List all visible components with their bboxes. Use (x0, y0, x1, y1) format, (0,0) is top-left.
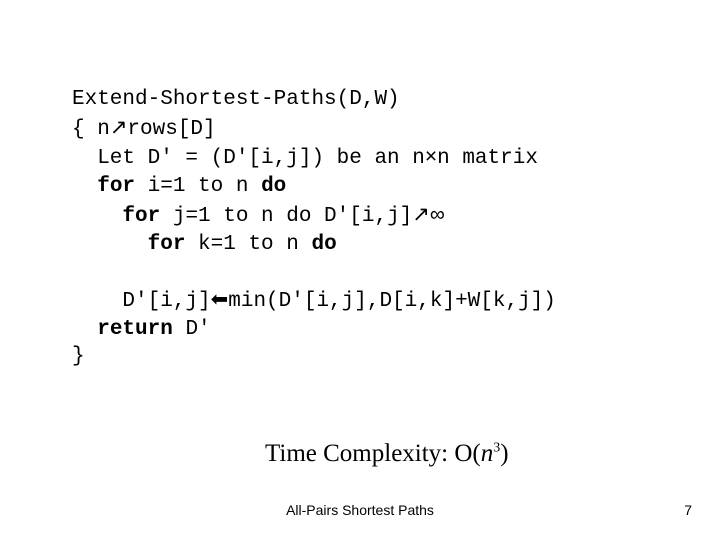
footer-title: All-Pairs Shortest Paths (0, 502, 720, 518)
complexity-var: n (481, 440, 494, 467)
complexity-prefix: Time Complexity: O( (265, 440, 481, 467)
times-icon: × (425, 145, 437, 168)
code-line-6: k=1 to n (185, 233, 311, 256)
code-line-4: i=1 to n (135, 175, 261, 198)
left-arrow-icon: ⬅ (211, 288, 229, 311)
code-line-3b: n matrix (437, 147, 538, 170)
keyword-return: return (97, 318, 173, 341)
keyword-for: for (97, 175, 135, 198)
assign-icon: ↗ (412, 203, 430, 226)
keyword-do: do (311, 233, 336, 256)
assign-icon: ↗ (110, 116, 128, 139)
code-line-3a: Let D' = (D'[i,j]) be an n (72, 147, 425, 170)
return-value: D' (173, 318, 211, 341)
keyword-for: for (122, 205, 160, 228)
code-close-brace: } (72, 345, 85, 368)
keyword-for: for (148, 233, 186, 256)
algorithm-code: Extend-Shortest-Paths(D,W) { n↗rows[D] L… (72, 86, 672, 371)
code-line-7a: D'[i,j] (72, 290, 211, 313)
slide-content: Extend-Shortest-Paths(D,W) { n↗rows[D] L… (72, 86, 672, 371)
code-line-2b: rows[D] (127, 118, 215, 141)
complexity-suffix: ) (500, 440, 508, 467)
time-complexity: Time Complexity: O(n3) (265, 440, 509, 468)
keyword-do: do (261, 175, 286, 198)
code-line-7b: min(D'[i,j],D[i,k]+W[k,j]) (228, 290, 556, 313)
code-line-1: Extend-Shortest-Paths(D,W) (72, 88, 400, 111)
infinity-icon: ∞ (430, 203, 445, 226)
code-line-2a: { n (72, 118, 110, 141)
page-number: 7 (684, 502, 692, 518)
code-line-5: j=1 to n do D'[i,j] (160, 205, 412, 228)
